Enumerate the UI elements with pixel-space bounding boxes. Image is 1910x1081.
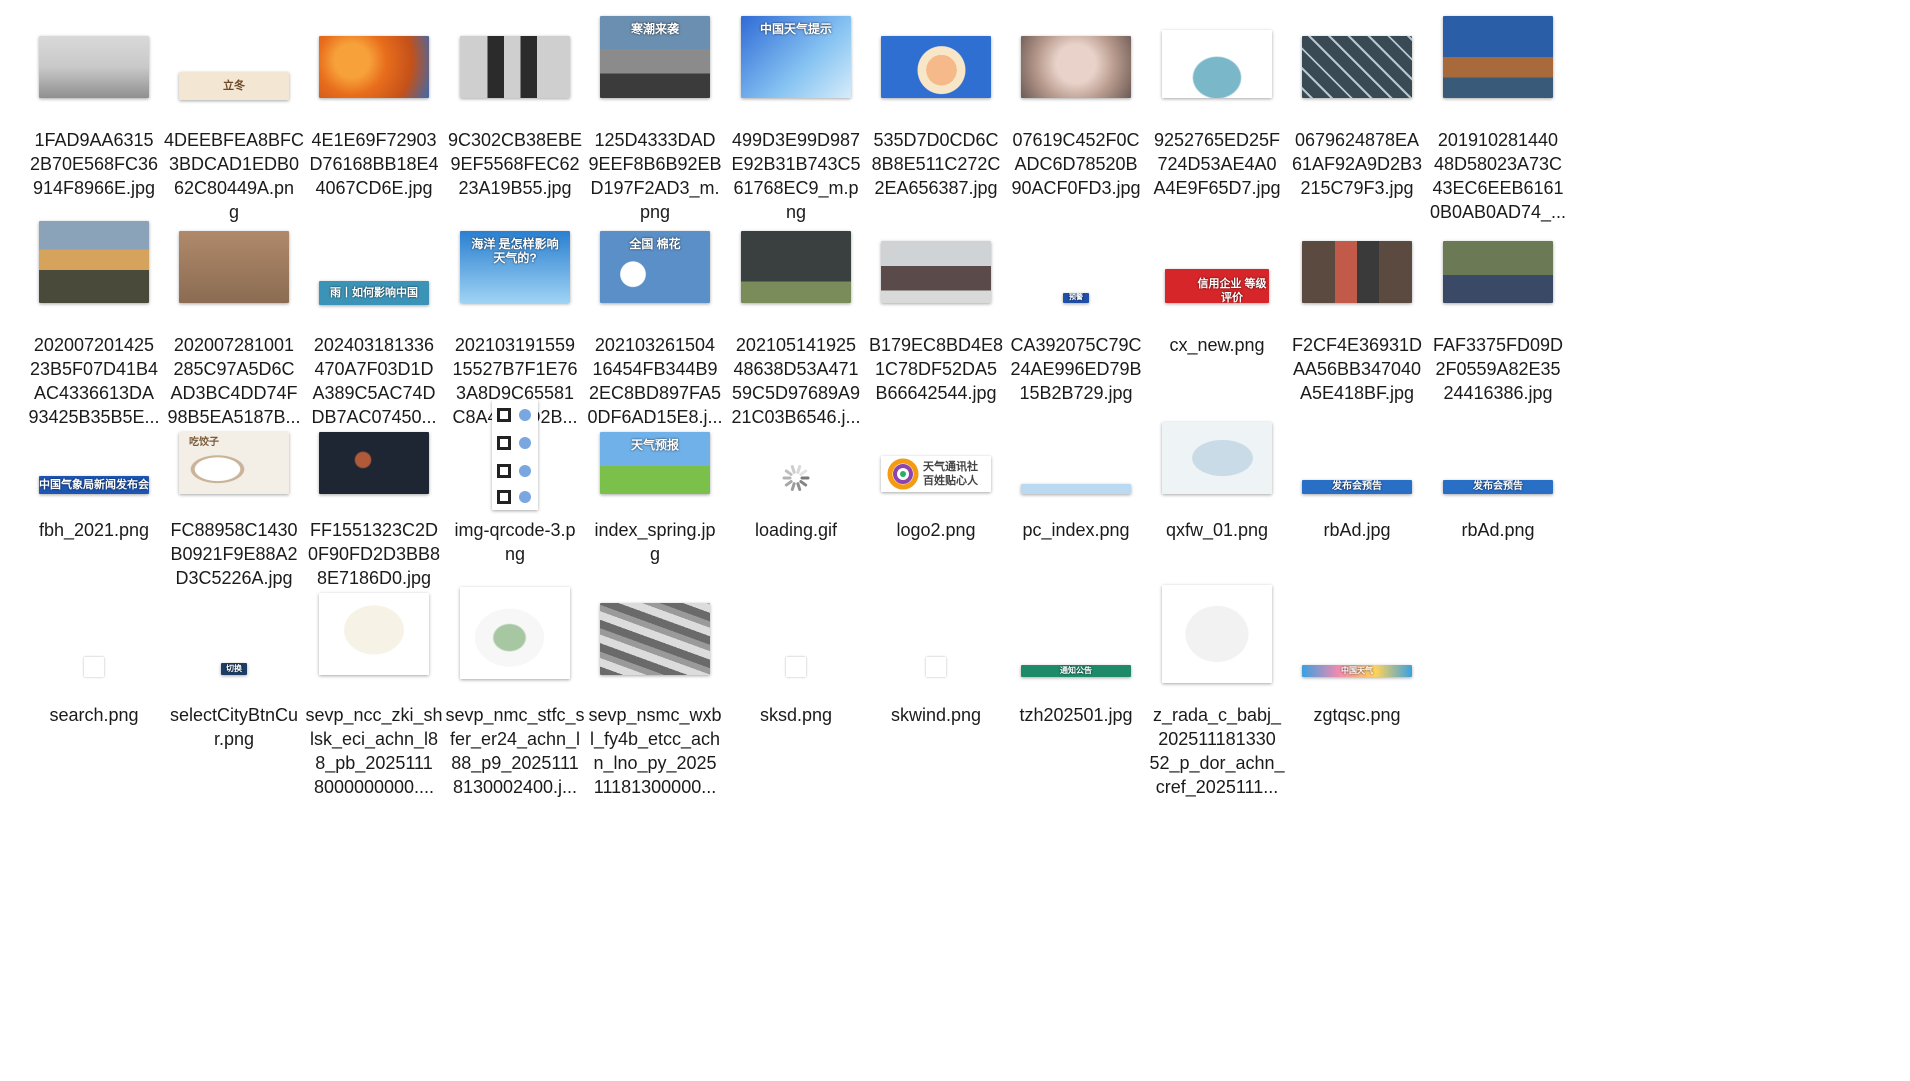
- file-thumbnail: [460, 36, 570, 98]
- file-thumbnail: [881, 36, 991, 98]
- thumbnail-text: 信用企业 等级评价: [1197, 278, 1267, 303]
- thumbnail-text: 天气通讯社 百姓贴心人: [923, 461, 978, 487]
- file-thumbnail: [1162, 30, 1272, 98]
- thumbnail-text: 预警: [1069, 294, 1083, 301]
- file-thumbnail: 天气预报: [600, 432, 710, 494]
- file-item[interactable]: 发布会预告 rbAd.png: [1414, 400, 1582, 542]
- file-thumbnail: [1443, 16, 1553, 98]
- file-thumbnail: 立冬: [179, 72, 289, 100]
- file-name-label: zgtqsc.png: [1313, 705, 1401, 725]
- file-thumbnail: [1162, 422, 1272, 494]
- loading-spinner-icon: [782, 464, 810, 492]
- file-name-label: FAF3375FD09D 2F0559A82E35 24416386.jpg: [1432, 335, 1564, 403]
- thumbnail-text: 发布会预告: [1473, 481, 1523, 492]
- file-name-label: rbAd.png: [1461, 520, 1535, 540]
- thumbnail-area: 中国天气: [1273, 585, 1441, 695]
- thumbnail-area: 发布会预告: [1414, 400, 1582, 510]
- file-thumbnail: 海洋 是怎样影响 天气的?: [460, 231, 570, 303]
- thumbnail-text: 中国天气: [1341, 666, 1373, 675]
- file-thumbnail: [179, 231, 289, 303]
- file-thumbnail: [1443, 241, 1553, 303]
- file-grid: 1FAD9AA6315 2B70E568FC36 914F8966E.jpg 立冬…: [0, 0, 1910, 1081]
- file-thumbnail: [460, 587, 570, 679]
- file-thumbnail: [319, 593, 429, 675]
- file-thumbnail: [1302, 241, 1412, 303]
- file-thumbnail: 发布会预告: [1302, 480, 1412, 494]
- file-item[interactable]: FAF3375FD09D 2F0559A82E35 24416386.jpg: [1414, 215, 1582, 405]
- file-item[interactable]: 中国天气 zgtqsc.png: [1273, 585, 1441, 727]
- thumbnail-text: 全国 棉花: [629, 237, 681, 251]
- thumbnail-text: 切换: [226, 664, 242, 673]
- file-thumbnail: 切换: [221, 663, 247, 675]
- file-thumbnail: 中国天气提示: [741, 16, 851, 98]
- file-thumbnail: [1021, 36, 1131, 98]
- thumbnail-text: 天气预报: [630, 438, 679, 452]
- file-thumbnail: [39, 36, 149, 98]
- file-item[interactable]: 201910281440 48D58023A73C 43EC6EEB6161 0…: [1414, 10, 1582, 224]
- file-thumbnail: [1302, 36, 1412, 98]
- file-thumbnail: 中国气象局新闻发布会: [39, 476, 149, 494]
- file-thumbnail: [319, 432, 429, 494]
- thumbnail-text: 立冬: [223, 80, 245, 92]
- file-thumbnail: 全国 棉花: [600, 231, 710, 303]
- file-thumbnail: 雨丨如何影响中国: [319, 281, 429, 305]
- thumbnail-text: 中国气象局新闻发布会: [39, 479, 149, 491]
- file-thumbnail: [741, 231, 851, 303]
- thumbnail-text: 吃饺子: [189, 437, 219, 448]
- file-thumbnail: 中国天气: [1302, 665, 1412, 677]
- thumbnail-text: 中国天气提示: [759, 22, 832, 36]
- file-thumbnail: [881, 241, 991, 303]
- file-thumbnail: [84, 657, 104, 677]
- thumbnail-text: 通知公告: [1060, 666, 1092, 675]
- file-name-label: 201910281440 48D58023A73C 43EC6EEB6161 0…: [1429, 130, 1567, 222]
- thumbnail-text: 海洋 是怎样影响 天气的?: [471, 237, 559, 265]
- file-thumbnail: 发布会预告: [1443, 480, 1553, 494]
- thumbnail-text: 雨丨如何影响中国: [330, 287, 418, 299]
- thumbnail-area: [1414, 215, 1582, 325]
- file-thumbnail: [1162, 585, 1272, 683]
- file-thumbnail: [1021, 484, 1131, 494]
- file-thumbnail: 寒潮来袭: [600, 16, 710, 98]
- thumbnail-text: 发布会预告: [1332, 481, 1382, 492]
- thumbnail-text: 寒潮来袭: [630, 22, 679, 36]
- file-thumbnail: [600, 603, 710, 675]
- file-thumbnail: 通知公告: [1021, 665, 1131, 677]
- thumbnail-area: [1414, 10, 1582, 120]
- file-thumbnail: 天气通讯社 百姓贴心人: [881, 456, 991, 492]
- file-thumbnail: [492, 400, 538, 510]
- file-thumbnail: [39, 221, 149, 303]
- file-thumbnail: 预警: [1063, 293, 1089, 303]
- file-thumbnail: [786, 657, 806, 677]
- file-thumbnail: [319, 36, 429, 98]
- file-thumbnail: 吃饺子: [179, 432, 289, 494]
- file-thumbnail: 信用企业 等级评价: [1165, 269, 1269, 303]
- file-thumbnail: [926, 657, 946, 677]
